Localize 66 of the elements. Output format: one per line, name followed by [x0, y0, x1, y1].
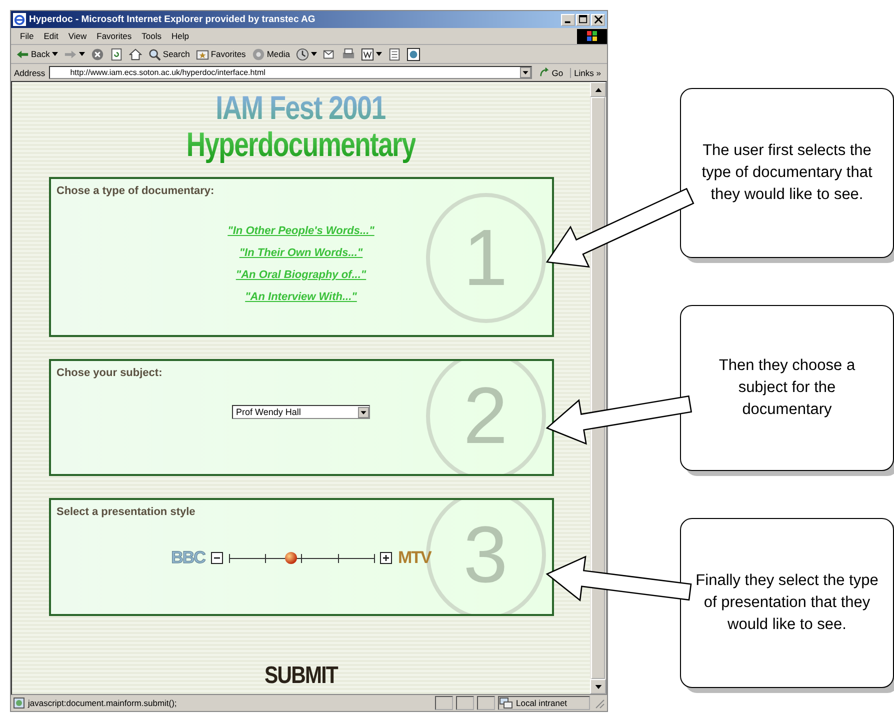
stop-icon: [90, 48, 104, 60]
subject-dropdown[interactable]: Prof Wendy Hall: [232, 405, 370, 419]
page-icon: [13, 697, 25, 709]
caret-icon: [310, 52, 317, 56]
caret-icon: [376, 52, 382, 56]
links-button[interactable]: Links »: [570, 68, 604, 78]
edit-icon: [360, 48, 374, 60]
back-button[interactable]: Back: [14, 48, 60, 60]
close-button[interactable]: [591, 14, 605, 26]
style-slider[interactable]: [228, 552, 374, 564]
menu-item[interactable]: Tools: [136, 31, 166, 41]
mail-icon: [322, 48, 336, 60]
search-button[interactable]: Search: [146, 48, 192, 60]
close-icon: [594, 15, 602, 24]
menu-item[interactable]: Edit: [38, 31, 64, 41]
status-pane: [456, 696, 474, 710]
step-number: 1: [426, 193, 546, 323]
maximize-button[interactable]: [576, 14, 590, 26]
status-text: javascript:document.mainform.submit();: [28, 698, 178, 708]
menu-item[interactable]: File: [15, 31, 39, 41]
print-icon: [342, 48, 355, 60]
scroll-up-icon: [594, 88, 602, 92]
edit-button[interactable]: [358, 48, 384, 60]
minus-button[interactable]: [210, 552, 223, 564]
slider-thumb[interactable]: [285, 552, 298, 564]
caret-icon: [52, 52, 58, 56]
history-button[interactable]: [294, 48, 319, 60]
submit-button[interactable]: SUBMIT: [264, 662, 338, 690]
scroll-down-icon: [594, 684, 602, 688]
search-icon: [148, 48, 161, 60]
history-icon: [296, 48, 309, 60]
address-field[interactable]: http://www.iam.ecs.soton.ac.uk/hyperdoc/interface.html: [49, 66, 532, 79]
home-icon: [128, 48, 142, 60]
status-pane: [477, 696, 495, 710]
intranet-icon: [499, 697, 513, 709]
window-title: Hyperdoc - Microsoft Internet Explorer provided by transtec AG: [29, 14, 316, 25]
security-zone: Local intranet: [516, 698, 568, 708]
plus-button[interactable]: [380, 552, 392, 564]
media-icon: [252, 48, 265, 60]
resize-grip-icon: [593, 697, 605, 709]
vertical-scrollbar[interactable]: [590, 82, 606, 694]
windows-logo-icon: [577, 28, 607, 44]
right-style-label: MTV: [398, 548, 431, 568]
media-button[interactable]: Media: [250, 48, 292, 60]
status-pane: [435, 696, 453, 710]
favorites-icon: [196, 48, 209, 60]
address-label: Address: [14, 68, 46, 78]
refresh-icon: [110, 48, 123, 60]
caret-icon: [78, 52, 85, 56]
section-title: Select a presentation style: [56, 506, 196, 518]
section-title: Chose a type of documentary:: [56, 185, 216, 197]
go-arrow-icon: [538, 67, 550, 78]
go-button[interactable]: Go: [536, 67, 566, 78]
minus-icon: [210, 552, 223, 564]
step-number: 2: [426, 361, 546, 474]
left-style-label: BBC: [171, 548, 205, 568]
menu-item[interactable]: Favorites: [92, 31, 137, 41]
menu-item[interactable]: View: [63, 31, 92, 41]
section-title: Chose your subject:: [56, 367, 164, 379]
plus-icon: [380, 552, 392, 564]
messenger-button[interactable]: [404, 48, 422, 60]
minimize-button[interactable]: [561, 14, 575, 26]
home-button[interactable]: [126, 48, 144, 60]
favorites-button[interactable]: Favorites: [194, 48, 248, 60]
menu-item[interactable]: Help: [166, 31, 194, 41]
maximize-icon: [578, 15, 588, 24]
